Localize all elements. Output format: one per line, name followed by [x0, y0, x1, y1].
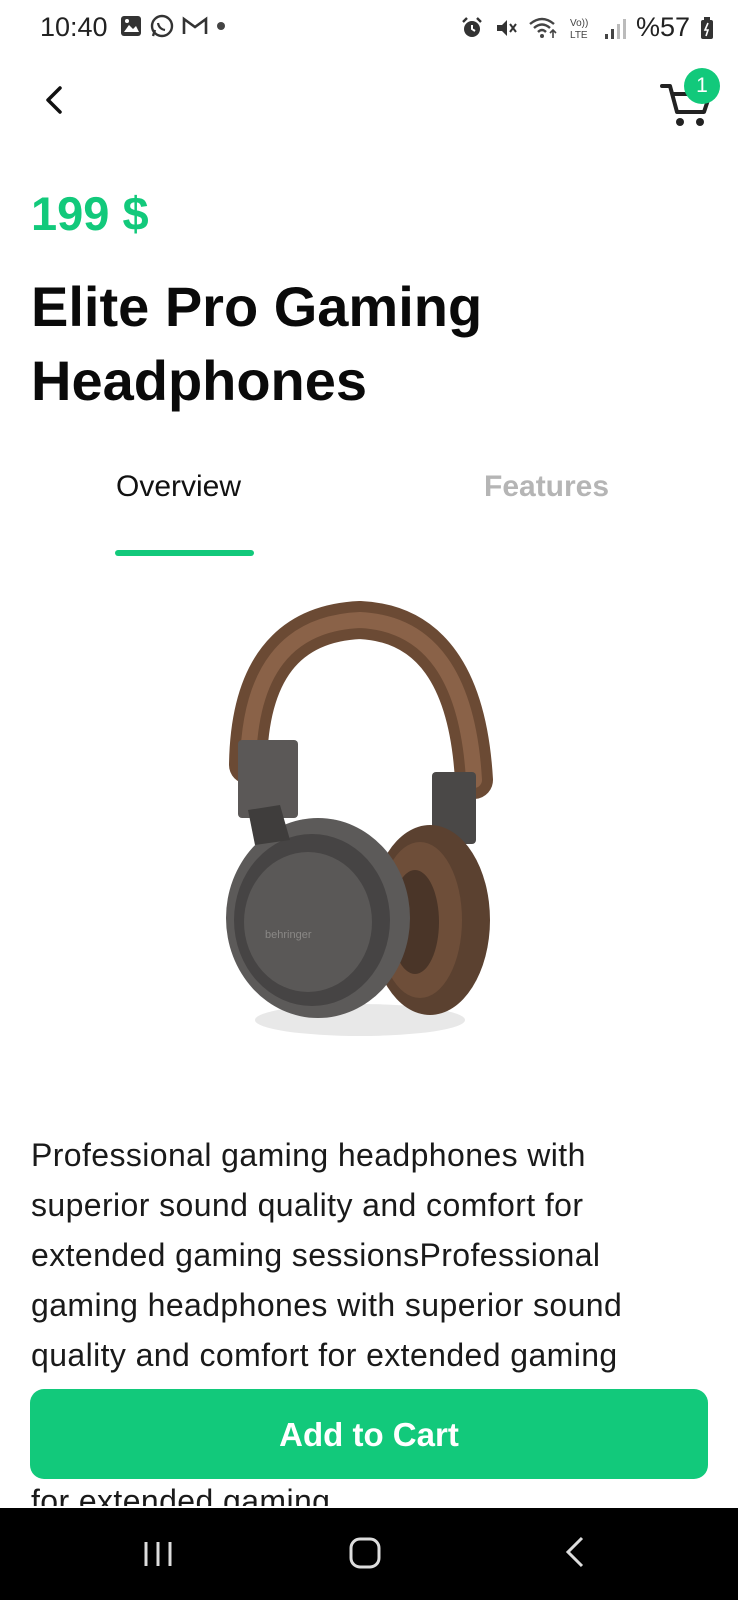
- product-image: behringer: [210, 600, 530, 1070]
- status-bar: 10:40 Vo)) LTE %57: [0, 0, 738, 56]
- active-tab-indicator: [115, 550, 254, 556]
- add-to-cart-button[interactable]: Add to Cart: [30, 1389, 708, 1479]
- status-time: 10:40: [40, 12, 108, 42]
- recent-apps-icon[interactable]: [142, 1540, 176, 1568]
- description-overflow-text: for extended gaming: [31, 1483, 331, 1506]
- home-icon[interactable]: [348, 1536, 382, 1570]
- chevron-left-icon: [46, 86, 62, 114]
- tab-overview[interactable]: Overview: [116, 470, 241, 504]
- product-price: 199 $: [31, 187, 149, 240]
- gallery-icon: [121, 16, 141, 36]
- notification-icons: [120, 14, 226, 38]
- battery-percent: %57: [635, 12, 690, 42]
- headphones-image: behringer: [226, 600, 493, 1036]
- system-icons: Vo)) LTE %57: [460, 12, 714, 43]
- back-button[interactable]: [34, 76, 78, 124]
- volte-icon: Vo))LTE: [570, 18, 588, 41]
- battery-icon: [701, 16, 713, 39]
- mute-icon: [496, 19, 517, 36]
- tab-features[interactable]: Features: [484, 470, 609, 504]
- product-title: Elite Pro Gaming Headphones: [31, 275, 483, 412]
- product-description: Professional gaming headphones with supe…: [31, 1137, 623, 1373]
- signal-icon: [604, 18, 626, 39]
- svg-text:LTE: LTE: [570, 30, 588, 41]
- alarm-icon: [462, 16, 482, 37]
- cart-count-badge: 1: [684, 68, 720, 104]
- whatsapp-icon: [150, 14, 174, 38]
- back-nav-icon[interactable]: [560, 1534, 588, 1570]
- gmail-icon: [182, 16, 208, 34]
- dot-icon: [217, 22, 225, 30]
- wifi-icon: [529, 17, 557, 38]
- brand-logo: behringer: [265, 929, 312, 941]
- svg-text:Vo)): Vo)): [570, 18, 588, 29]
